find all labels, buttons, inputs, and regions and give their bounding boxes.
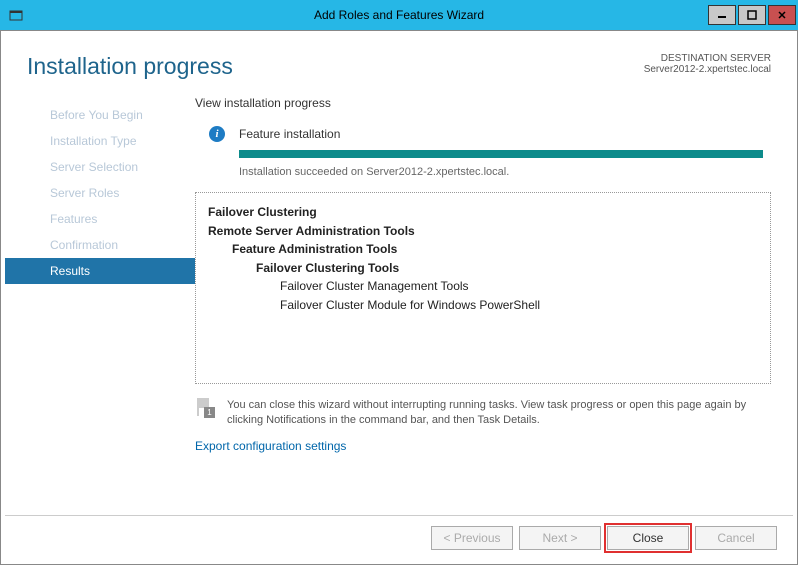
sidebar-item-results[interactable]: Results (5, 258, 195, 284)
next-button: Next > (519, 526, 601, 550)
result-message: Installation succeeded on Server2012-2.x… (239, 166, 771, 178)
feature-item: Failover Cluster Management Tools (280, 277, 758, 296)
destination-server: Server2012-2.xpertstec.local (644, 64, 771, 75)
destination-info: DESTINATION SERVER Server2012-2.xpertste… (644, 53, 771, 75)
sidebar-item-server-selection: Server Selection (5, 154, 195, 180)
status-text: Feature installation (239, 127, 340, 141)
header: Installation progress DESTINATION SERVER… (5, 35, 793, 88)
note-row: 1 You can close this wizard without inte… (195, 398, 771, 429)
destination-label: DESTINATION SERVER (644, 53, 771, 64)
app-icon (8, 7, 24, 23)
window-controls (708, 5, 798, 25)
status-row: i Feature installation (209, 126, 771, 142)
feature-item: Feature Administration Tools (232, 240, 758, 259)
sidebar-item-features: Features (5, 206, 195, 232)
export-configuration-link[interactable]: Export configuration settings (195, 439, 346, 453)
wizard-steps-sidebar: Before You Begin Installation Type Serve… (5, 88, 195, 515)
feature-item: Remote Server Administration Tools (208, 222, 758, 241)
flag-icon: 1 (195, 398, 217, 420)
window-title: Add Roles and Features Wizard (314, 8, 484, 22)
notification-count-badge: 1 (204, 407, 215, 418)
close-window-button[interactable] (768, 5, 796, 25)
note-text: You can close this wizard without interr… (227, 398, 771, 429)
previous-button: < Previous (431, 526, 513, 550)
feature-item: Failover Clustering Tools (256, 259, 758, 278)
feature-item: Failover Clustering (208, 203, 758, 222)
cancel-button: Cancel (695, 526, 777, 550)
main-panel: View installation progress i Feature ins… (195, 88, 771, 515)
maximize-button[interactable] (738, 5, 766, 25)
titlebar: Add Roles and Features Wizard (0, 0, 798, 30)
close-button[interactable]: Close (607, 526, 689, 550)
progress-bar (239, 150, 763, 158)
page-title: Installation progress (27, 53, 233, 80)
feature-item: Failover Cluster Module for Windows Powe… (280, 296, 758, 315)
wizard-frame: Installation progress DESTINATION SERVER… (0, 30, 798, 565)
sidebar-item-installation-type: Installation Type (5, 128, 195, 154)
sidebar-item-server-roles: Server Roles (5, 180, 195, 206)
sidebar-item-before-you-begin: Before You Begin (5, 102, 195, 128)
minimize-button[interactable] (708, 5, 736, 25)
installed-features-box: Failover Clustering Remote Server Admini… (195, 192, 771, 384)
footer: < Previous Next > Close Cancel (5, 515, 793, 560)
sub-heading: View installation progress (195, 96, 771, 110)
info-icon: i (209, 126, 225, 142)
sidebar-item-confirmation: Confirmation (5, 232, 195, 258)
